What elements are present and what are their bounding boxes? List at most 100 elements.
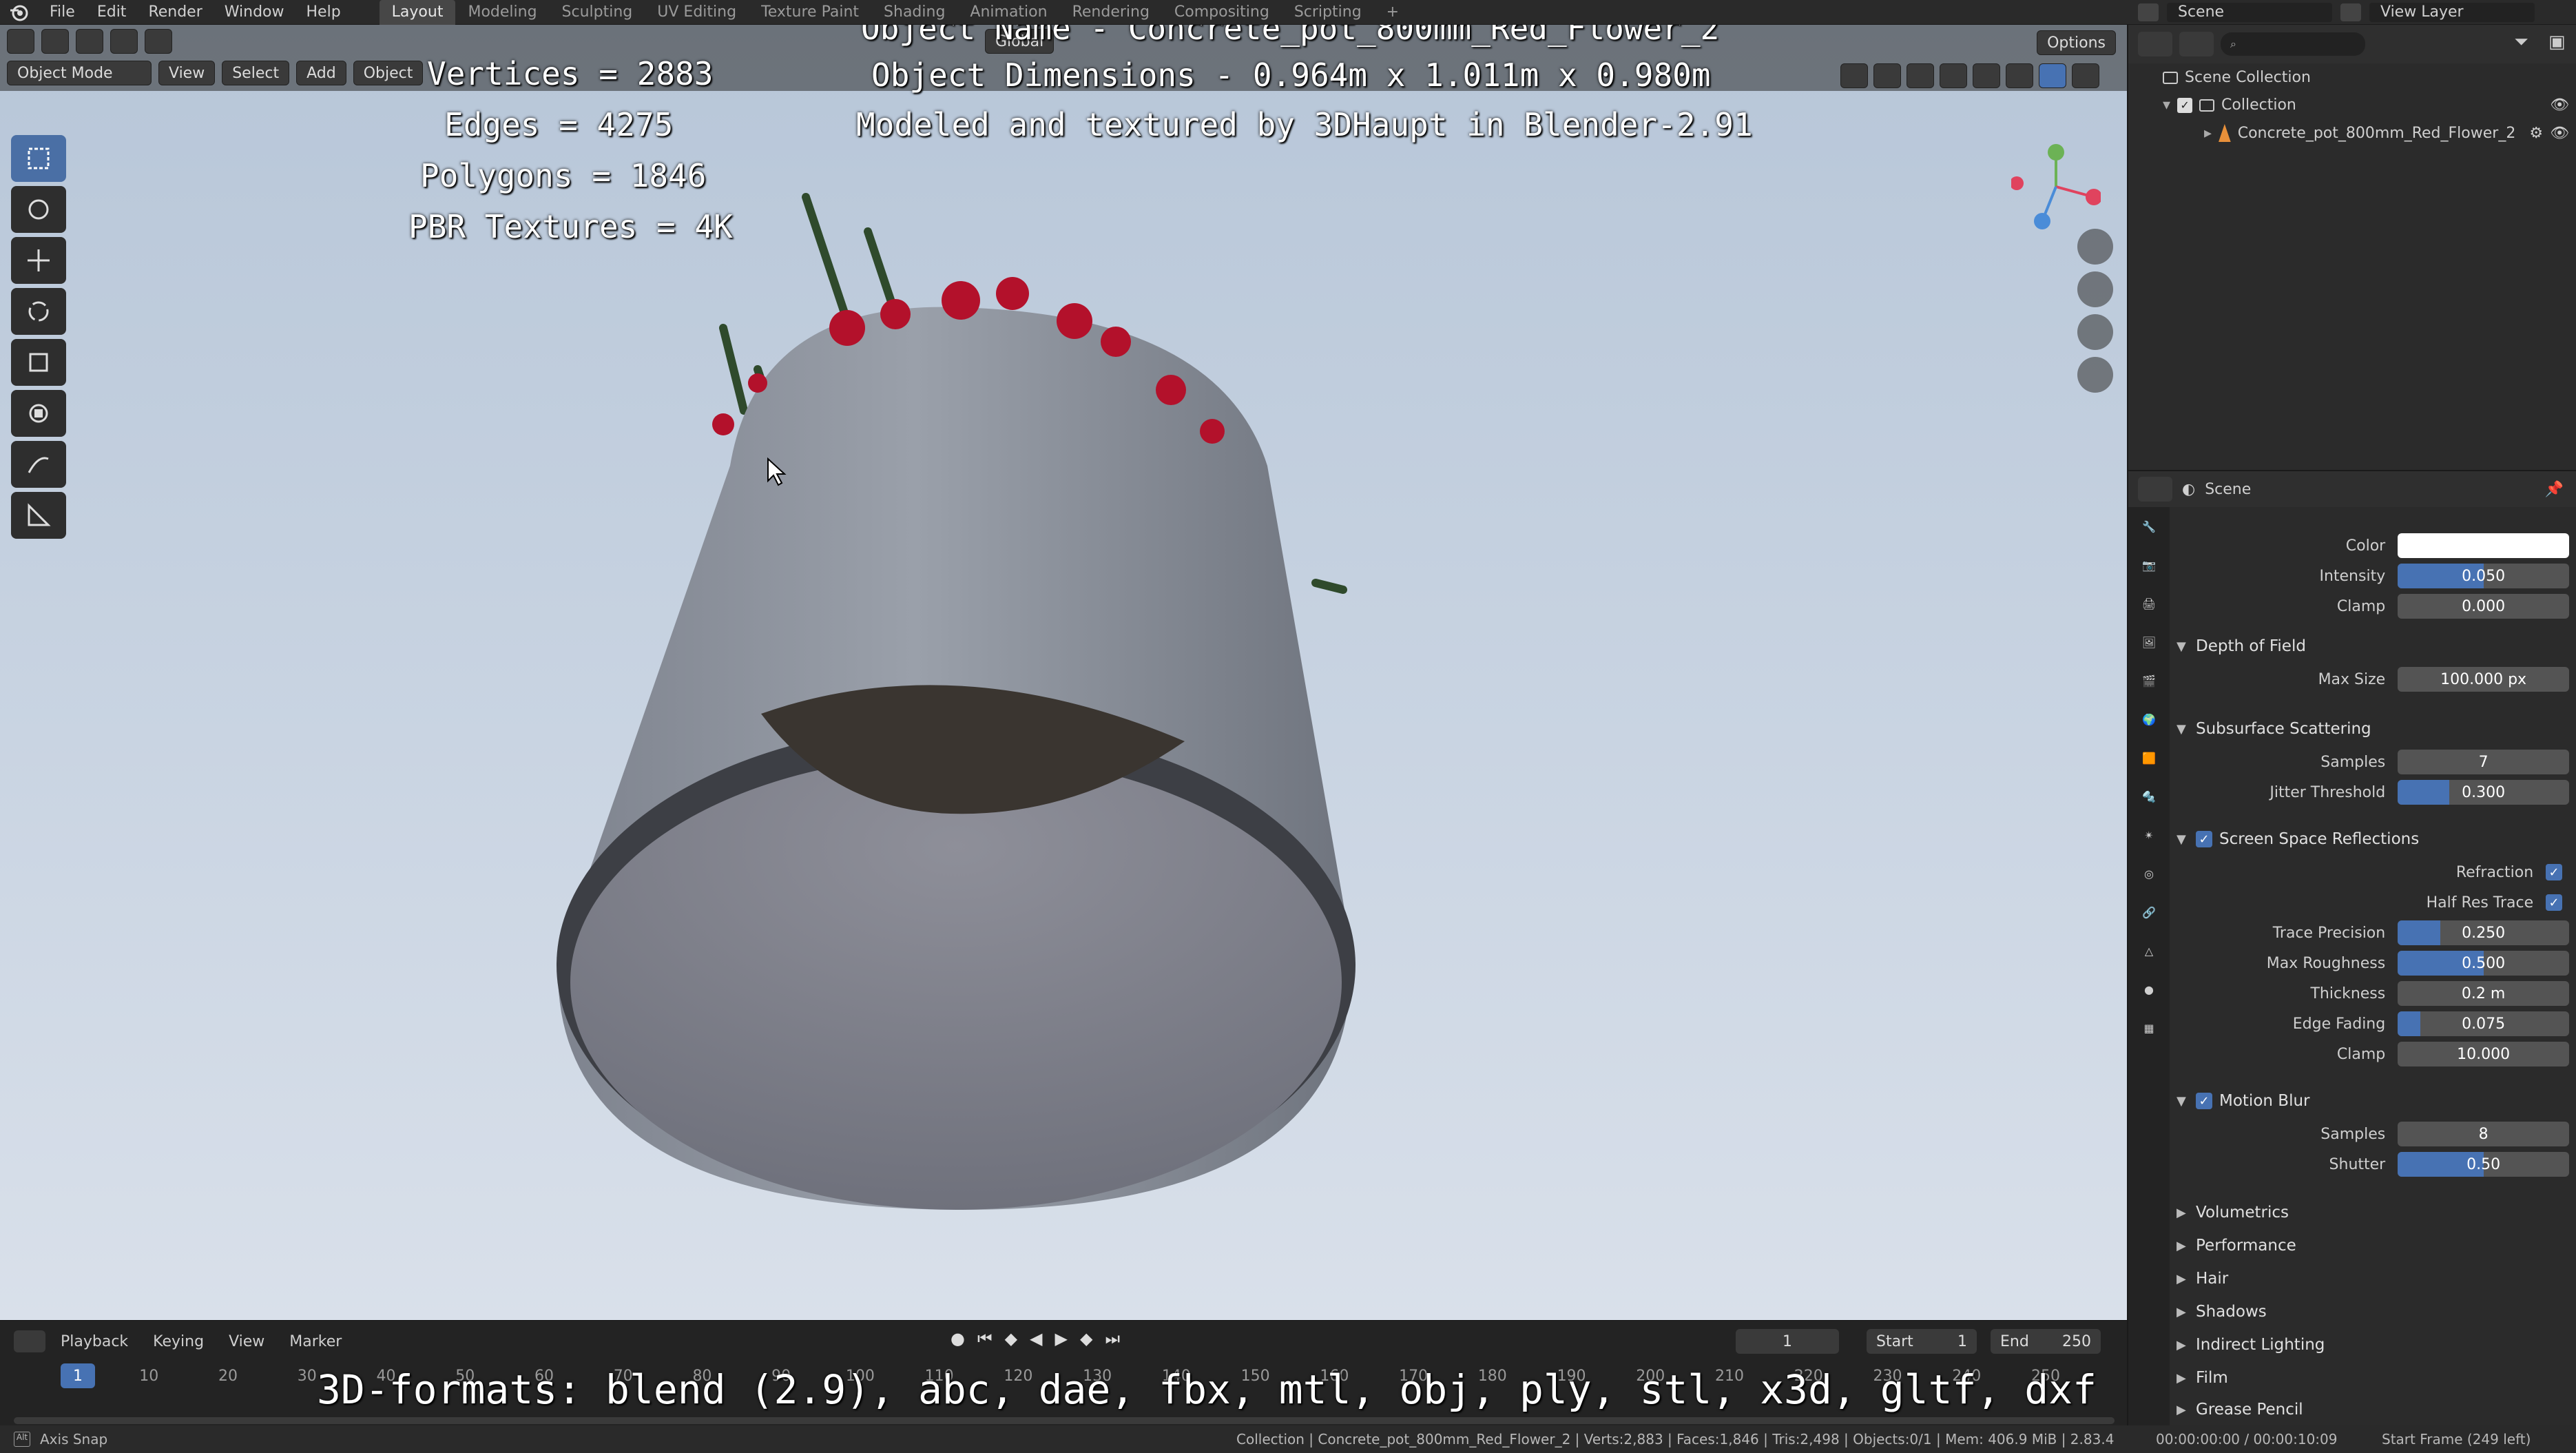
jump-start-icon[interactable]: ⏮ xyxy=(977,1329,993,1348)
scene-tab-icon[interactable]: 🎬 xyxy=(2128,661,2170,700)
expand-arrow-icon[interactable]: ▸ xyxy=(2204,125,2212,142)
ssr-clamp-field[interactable]: 10.000 xyxy=(2398,1042,2569,1066)
play-icon[interactable]: ▶ xyxy=(1055,1329,1068,1348)
sss-samples-field[interactable]: 7 xyxy=(2398,750,2569,774)
refraction-checkbox[interactable]: ✓ xyxy=(2546,864,2562,880)
film-panel-header[interactable]: ▶ Film xyxy=(2177,1361,2569,1394)
mb-samples-field[interactable]: 8 xyxy=(2398,1122,2569,1146)
tab-layout[interactable]: Layout xyxy=(379,0,456,25)
constraints-tab-icon[interactable]: 🔗 xyxy=(2128,893,2170,931)
menu-marker[interactable]: Marker xyxy=(280,1333,351,1350)
select-mode-subtract-icon[interactable] xyxy=(145,29,172,54)
performance-panel-header[interactable]: ▶ Performance xyxy=(2177,1229,2569,1262)
select-box-icon[interactable] xyxy=(41,29,69,54)
volumetrics-panel-header[interactable]: ▶ Volumetrics xyxy=(2177,1196,2569,1229)
select-box-tool[interactable] xyxy=(11,135,66,182)
record-icon[interactable]: ● xyxy=(951,1329,965,1348)
outliner-row-scene-collection[interactable]: Scene Collection xyxy=(2163,69,2311,86)
solid-shading-icon[interactable] xyxy=(2006,63,2033,88)
timeline-scrollbar[interactable] xyxy=(14,1417,2115,1424)
edge-fading-slider[interactable]: 0.075 xyxy=(2398,1011,2569,1036)
tab-sculpting[interactable]: Sculpting xyxy=(550,0,645,25)
max-roughness-slider[interactable]: 0.500 xyxy=(2398,951,2569,976)
menu-window[interactable]: Window xyxy=(214,0,295,25)
render-tab-icon[interactable]: 📷 xyxy=(2128,546,2170,584)
color-swatch[interactable] xyxy=(2398,533,2569,558)
menu-select[interactable]: Select xyxy=(222,61,290,85)
tab-scripting[interactable]: Scripting xyxy=(1282,0,1374,25)
max-size-field[interactable]: 100.000 px xyxy=(2398,667,2569,692)
ssr-checkbox[interactable]: ✓ xyxy=(2196,831,2212,847)
tab-rendering[interactable]: Rendering xyxy=(1060,0,1162,25)
material-tab-icon[interactable]: ● xyxy=(2128,970,2170,1009)
menu-file[interactable]: File xyxy=(39,0,86,25)
data-tab-icon[interactable]: △ xyxy=(2128,931,2170,970)
visibility-eye-icon[interactable]: 👁 xyxy=(2550,125,2569,142)
wireframe-shading-icon[interactable] xyxy=(1973,63,2000,88)
tab-animation[interactable]: Animation xyxy=(957,0,1059,25)
grease-pencil-panel-header[interactable]: ▶ Grease Pencil xyxy=(2177,1393,2569,1426)
visibility-eye-icon[interactable]: 👁 xyxy=(2550,96,2569,114)
options-dropdown[interactable]: Options xyxy=(2037,30,2116,55)
prev-keyframe-icon[interactable]: ◆ xyxy=(1005,1329,1017,1348)
end-frame-field[interactable]: End 250 xyxy=(1991,1329,2101,1354)
half-res-checkbox[interactable]: ✓ xyxy=(2546,894,2562,911)
menu-render[interactable]: Render xyxy=(137,0,213,25)
camera-view-icon[interactable] xyxy=(2077,314,2113,350)
tab-shading[interactable]: Shading xyxy=(871,0,957,25)
xray-toggle-icon[interactable] xyxy=(1940,63,1967,88)
timeline-editor-type-icon[interactable] xyxy=(14,1330,45,1352)
filter-icon[interactable]: ⏷ xyxy=(2514,32,2542,56)
texture-tab-icon[interactable]: ▦ xyxy=(2128,1009,2170,1047)
zoom-icon[interactable] xyxy=(2077,229,2113,265)
clamp-field[interactable]: 0.000 xyxy=(2398,594,2569,619)
menu-edit[interactable]: Edit xyxy=(86,0,138,25)
editor-type-icon[interactable] xyxy=(7,29,34,54)
scene-icon[interactable] xyxy=(2138,3,2159,21)
shadows-panel-header[interactable]: ▶ Shadows xyxy=(2177,1295,2569,1328)
perspective-toggle-icon[interactable] xyxy=(2077,357,2113,393)
outliner-search-input[interactable]: ⌕ xyxy=(2221,32,2365,56)
tab-texture-paint[interactable]: Texture Paint xyxy=(749,0,871,25)
add-workspace-icon[interactable]: + xyxy=(1374,0,1411,25)
scene-selector[interactable]: Scene xyxy=(2167,2,2332,22)
tab-modeling[interactable]: Modeling xyxy=(455,0,549,25)
playhead[interactable]: 1 xyxy=(61,1363,95,1388)
navigation-gizmo[interactable] xyxy=(2011,142,2101,231)
ssr-panel-header[interactable]: ▼ ✓ Screen Space Reflections xyxy=(2177,823,2569,856)
menu-object[interactable]: Object xyxy=(353,61,424,85)
view-layer-selector[interactable]: View Layer xyxy=(2369,2,2535,22)
rotate-tool[interactable] xyxy=(11,288,66,335)
motion-blur-panel-header[interactable]: ▼ ✓ Motion Blur xyxy=(2177,1084,2569,1117)
move-tool[interactable] xyxy=(11,237,66,284)
overlay-toggle-icon[interactable] xyxy=(1907,63,1934,88)
new-collection-icon[interactable]: ▣ xyxy=(2548,32,2576,56)
collection-checkbox[interactable]: ✓ xyxy=(2177,97,2193,113)
display-mode-icon[interactable] xyxy=(2179,32,2214,56)
view-layer-icon[interactable] xyxy=(2340,3,2361,21)
motion-blur-checkbox[interactable]: ✓ xyxy=(2196,1093,2212,1109)
menu-view[interactable]: View xyxy=(158,61,216,85)
outliner-row-object[interactable]: ▸ Concrete_pot_800mm_Red_Flower_2 ⚙ 👁 xyxy=(2204,124,2569,142)
output-tab-icon[interactable]: 🖨 xyxy=(2128,584,2170,623)
next-keyframe-icon[interactable]: ◆ xyxy=(1080,1329,1092,1348)
menu-keying[interactable]: Keying xyxy=(143,1333,214,1350)
start-frame-field[interactable]: Start 1 xyxy=(1867,1329,1977,1354)
cursor-tool[interactable] xyxy=(11,186,66,233)
menu-timeline-view[interactable]: View xyxy=(219,1333,274,1350)
world-tab-icon[interactable]: 🌍 xyxy=(2128,700,2170,739)
transform-tool[interactable] xyxy=(11,390,66,437)
pin-icon[interactable]: 📌 xyxy=(2545,481,2564,498)
physics-tab-icon[interactable]: ◎ xyxy=(2128,854,2170,893)
jump-end-icon[interactable]: ⏭ xyxy=(1105,1329,1120,1348)
blender-logo-icon[interactable] xyxy=(0,0,39,25)
dof-panel-header[interactable]: ▼ Depth of Field xyxy=(2177,630,2569,663)
trace-precision-slider[interactable]: 0.250 xyxy=(2398,920,2569,945)
indirect-lighting-panel-header[interactable]: ▶ Indirect Lighting xyxy=(2177,1328,2569,1361)
rendered-shading-icon[interactable] xyxy=(2072,63,2099,88)
menu-help[interactable]: Help xyxy=(295,0,352,25)
tab-uv-editing[interactable]: UV Editing xyxy=(645,0,749,25)
outliner-row-collection[interactable]: ▾ ✓ Collection 👁 xyxy=(2163,96,2569,114)
properties-editor-type-icon[interactable] xyxy=(2138,477,2172,502)
gizmo-toggle-icon[interactable] xyxy=(1873,63,1901,88)
